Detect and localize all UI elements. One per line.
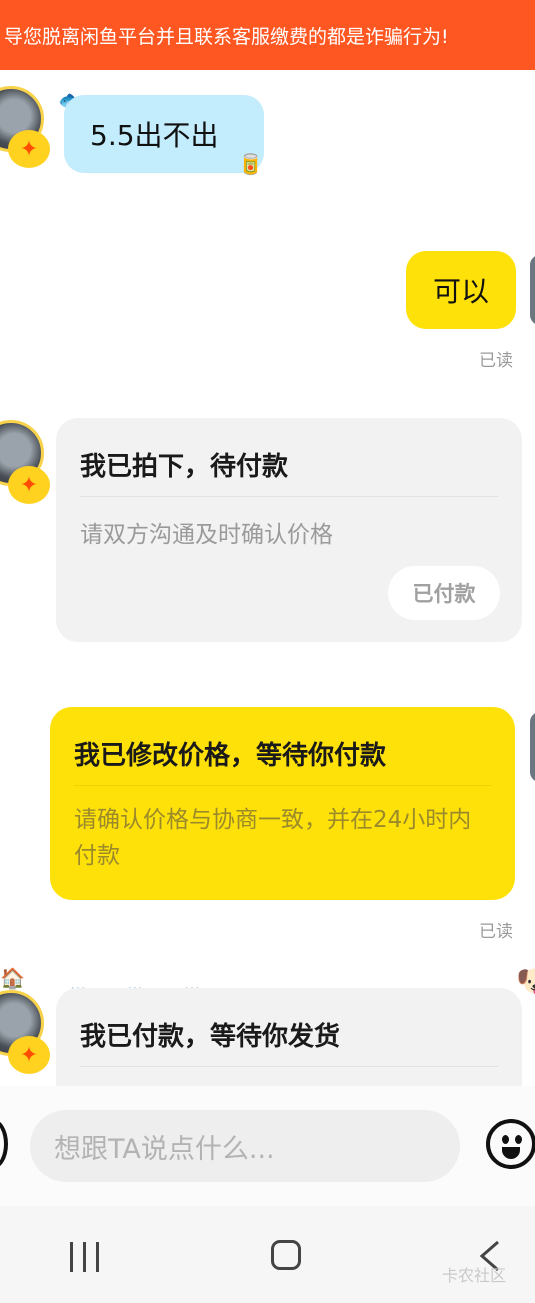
dog-sticker-icon: 🐶	[516, 964, 535, 999]
recent-apps-icon[interactable]	[70, 1242, 102, 1272]
watermark: 卡农社区	[442, 1266, 507, 1285]
fraud-warning-text: 导您脱离闲鱼平台并且联系客服缴费的都是诈骗行为!	[4, 25, 449, 48]
duck-badge-icon: ✦	[8, 130, 50, 168]
house-sticker-icon: 🏠	[0, 966, 25, 990]
message-text: 5.5出不出	[90, 119, 219, 152]
input-placeholder: 想跟TA说点什么...	[54, 1133, 275, 1165]
cat-food-sticker-icon: 🥫	[238, 152, 263, 176]
duck-badge-icon: ✦	[8, 1036, 50, 1074]
message-text: 可以	[432, 275, 489, 308]
card-description: 请确认价格与协商一致，并在24小时内付款	[74, 807, 472, 869]
my-avatar[interactable]	[530, 255, 535, 325]
read-status: 已读	[479, 351, 513, 371]
message-input[interactable]: 想跟TA说点什么...	[30, 1110, 460, 1182]
outgoing-message-bubble[interactable]: 可以	[406, 251, 516, 329]
card-title: 我已修改价格，等待你付款	[74, 741, 387, 771]
card-description: 请双方沟通及时确认价格	[80, 522, 333, 548]
input-bar: 想跟TA说点什么...	[0, 1086, 535, 1206]
voice-button[interactable]	[0, 1119, 8, 1169]
card-title: 我已付款，等待你发货	[80, 1022, 341, 1052]
my-avatar[interactable]	[530, 712, 535, 782]
fraud-warning-banner: 导您脱离闲鱼平台并且联系客服缴费的都是诈骗行为!	[0, 0, 535, 70]
duck-badge-icon: ✦	[8, 466, 50, 504]
home-icon[interactable]	[271, 1240, 301, 1270]
order-card[interactable]: 我已拍下，待付款 请双方沟通及时确认价格 已付款	[56, 418, 522, 642]
card-title: 我已拍下，待付款	[80, 452, 289, 482]
system-nav-bar	[0, 1206, 535, 1303]
emoji-icon[interactable]	[486, 1119, 535, 1169]
card-divider	[80, 1066, 498, 1067]
price-changed-card[interactable]: 我已修改价格，等待你付款 请确认价格与协商一致，并在24小时内付款	[50, 707, 515, 900]
paid-button[interactable]: 已付款	[388, 566, 500, 620]
read-status: 已读	[479, 922, 513, 942]
incoming-message-bubble[interactable]: 5.5出不出	[64, 95, 264, 173]
